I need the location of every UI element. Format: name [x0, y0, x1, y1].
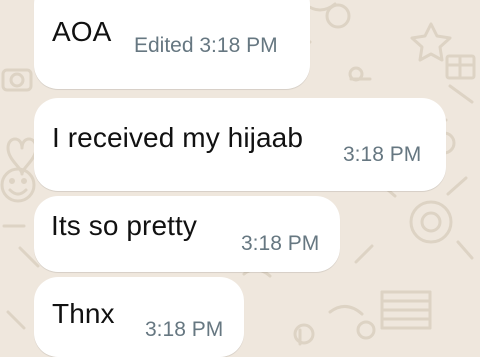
- message-bubble[interactable]: Its so pretty 3:18 PM: [34, 196, 340, 272]
- message-timestamp: 3:18 PM: [145, 318, 224, 341]
- message-edited-timestamp: Edited 3:18 PM: [134, 34, 278, 57]
- message-text: I received my hijaab: [52, 122, 304, 153]
- message-timestamp: 3:18 PM: [241, 232, 320, 255]
- chat-message-list: AOA Edited 3:18 PM I received my hijaab …: [0, 0, 480, 357]
- message-timestamp: 3:18 PM: [343, 143, 422, 166]
- message-bubble[interactable]: Thnx 3:18 PM: [34, 277, 244, 357]
- message-bubble[interactable]: I received my hijaab 3:18 PM: [34, 98, 446, 191]
- message-bubble[interactable]: AOA Edited 3:18 PM: [34, 0, 310, 89]
- message-text: AOA: [52, 16, 112, 47]
- message-text: Thnx: [52, 298, 115, 329]
- message-text: Its so pretty: [51, 210, 198, 241]
